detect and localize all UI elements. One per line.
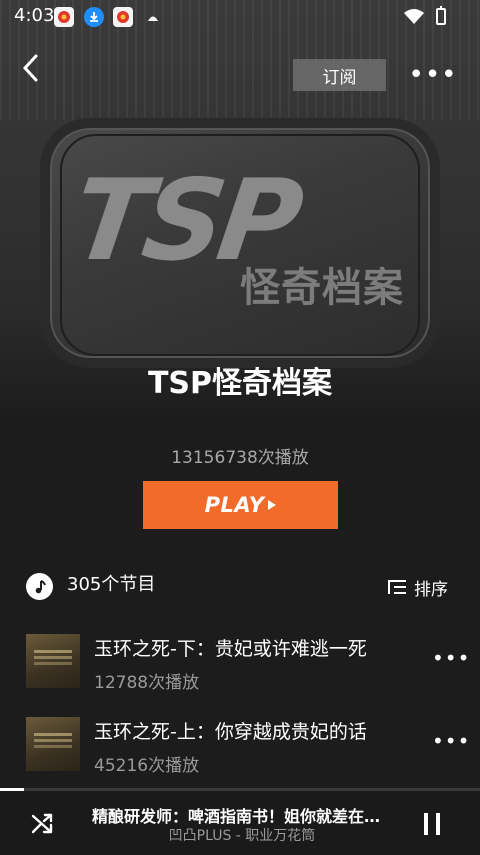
sort-label: 排序	[414, 579, 448, 600]
status-time: 4:03	[14, 5, 55, 26]
album-play-count: 13156738次播放	[171, 448, 309, 468]
download-notification-icon	[84, 7, 104, 27]
more-icon: •••	[408, 60, 458, 90]
shuffle-icon	[31, 813, 53, 834]
now-playing-title[interactable]: 精酿研发师：啤酒指南书！姐你就差在哪了	[92, 803, 392, 827]
sort-icon	[388, 577, 408, 597]
now-playing-subtitle: 凹凸PLUS - 职业万花筒	[168, 828, 316, 844]
episode-play-count: 45216次播放	[94, 756, 200, 776]
shuffle-button[interactable]	[30, 811, 58, 839]
play-triangle-icon	[268, 500, 277, 510]
episode-more-icon[interactable]: •••	[432, 648, 469, 668]
episode-more-icon[interactable]: •••	[432, 731, 469, 751]
episode-list-item[interactable]: 玉环之死-下：贵妃或许难逃一死 12788次播放 •••	[0, 634, 480, 706]
battery-icon	[436, 6, 446, 25]
pause-button[interactable]	[420, 811, 448, 839]
episode-thumbnail	[26, 717, 80, 771]
status-bar: 4:03	[0, 0, 480, 34]
episode-list-item[interactable]: 玉环之死-上：你穿越成贵妃的话 45216次播放 •••	[0, 717, 480, 789]
sort-button[interactable]: 排序	[388, 574, 448, 600]
episode-play-count: 12788次播放	[94, 673, 200, 693]
wifi-icon	[404, 8, 424, 28]
episode-count: 305个节目	[67, 574, 156, 595]
app-notification-icon	[54, 7, 74, 27]
podcast-album-screen: TSP 怪奇档案 4:03 订阅 ••• TSP怪奇档案 13156738次播放	[0, 0, 480, 855]
episode-thumbnail	[26, 634, 80, 688]
episode-title: 玉环之死-下：贵妃或许难逃一死	[94, 638, 367, 660]
subscribe-button[interactable]: 订阅	[293, 59, 386, 91]
episode-title: 玉环之死-上：你穿越成贵妃的话	[94, 721, 367, 743]
play-all-button[interactable]: PLAY	[143, 481, 338, 529]
more-options-button[interactable]: •••	[408, 60, 458, 90]
android-icon	[143, 7, 163, 27]
mini-player: 精酿研发师：啤酒指南书！姐你就差在哪了 凹凸PLUS - 职业万花筒	[0, 791, 480, 855]
chevron-left-icon	[22, 54, 38, 82]
app-notification-icon-2	[113, 7, 133, 27]
back-button[interactable]	[12, 50, 48, 86]
music-note-icon	[26, 573, 53, 600]
cover-logo-subtitle: 怪奇档案	[240, 265, 404, 311]
play-button-label: PLAY	[204, 493, 265, 517]
album-title: TSP怪奇档案	[147, 366, 333, 401]
